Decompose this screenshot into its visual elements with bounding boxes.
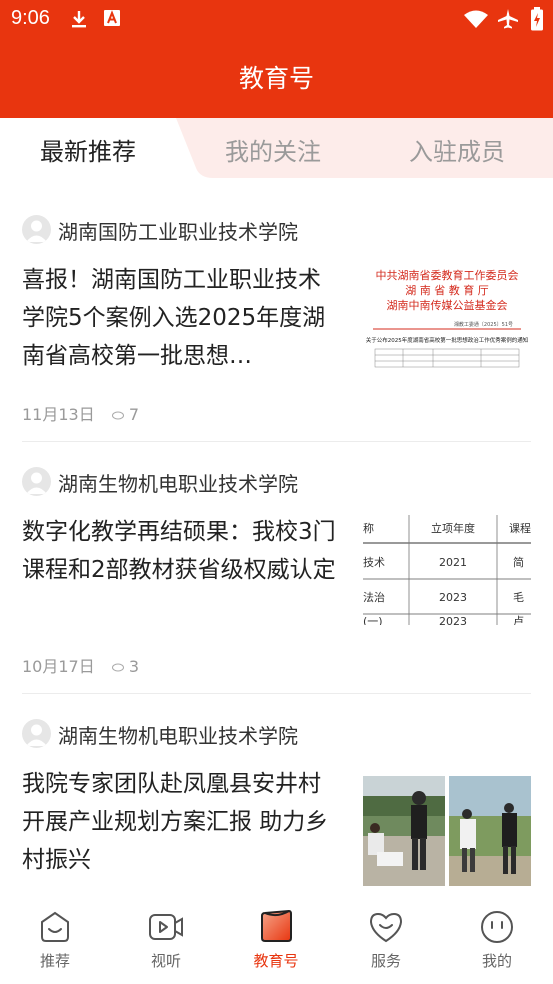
news-thumbnail[interactable] xyxy=(363,776,531,886)
publish-date: 10月17日 xyxy=(22,657,95,676)
page-title: 教育号 xyxy=(238,64,314,93)
news-headline[interactable]: 数字化教学再结硕果：我校3门课程和2部教材获省级权威认定 xyxy=(22,513,340,589)
table-cell: 2023 xyxy=(439,591,467,604)
source-avatar xyxy=(22,467,51,496)
publish-date: 11月13日 xyxy=(22,405,95,424)
nav-label: 教育号 xyxy=(253,952,299,970)
nav-recommend[interactable]: 推荐 xyxy=(10,910,100,971)
service-icon xyxy=(369,912,403,943)
nav-video[interactable]: 视听 xyxy=(121,910,211,971)
source-name: 湖南生物机电职业技术学院 xyxy=(58,472,298,496)
table-header-cell: 称 xyxy=(363,521,374,535)
download-icon xyxy=(72,11,86,28)
news-thumbnail[interactable]: 中共湖南省委教育工作委员会 湖 南 省 教 育 厅 湖南中南传媒公益基金会 湘教… xyxy=(363,263,531,373)
wifi-icon xyxy=(464,10,488,28)
tab-bar: 最新推荐 我的关注 入驻成员 xyxy=(0,118,553,178)
doc-issuer-line: 湖 南 省 教 育 厅 xyxy=(405,283,488,297)
nav-label: 推荐 xyxy=(39,952,70,970)
card-meta: 11月13日 7 xyxy=(22,401,139,425)
table-cell: 卢 xyxy=(513,615,524,625)
divider xyxy=(22,693,531,694)
news-headline[interactable]: 喜报！湖南国防工业职业技术学院5个案例入选2025年度湖南省高校第一批思想… xyxy=(22,261,340,375)
source-avatar xyxy=(22,215,51,244)
table-header-cell: 立项年度 xyxy=(431,521,475,535)
doc-number: 湘教工委通〔2025〕51号 xyxy=(454,321,513,328)
app-notification-icon xyxy=(104,10,120,26)
table-cell: (一) xyxy=(363,615,383,625)
card-meta: 10月17日 3 xyxy=(22,653,139,677)
doc-issuer-line: 中共湖南省委教育工作委员会 xyxy=(376,268,519,282)
source-avatar xyxy=(22,719,51,748)
eye-icon xyxy=(111,411,124,420)
nav-label: 我的 xyxy=(481,952,512,970)
doc-issuer-line: 湖南中南传媒公益基金会 xyxy=(387,298,508,312)
table-thumbnail-image: 称 立项年度 课程 技术 2021 简 法治 2023 毛 (一) 2023 卢 xyxy=(363,515,531,625)
table-cell: 技术 xyxy=(363,556,385,569)
news-thumbnail[interactable]: 称 立项年度 课程 技术 2021 简 法治 2023 毛 (一) 2023 卢 xyxy=(363,515,531,625)
view-count-wrap: 7 xyxy=(111,405,140,424)
view-count: 7 xyxy=(128,405,140,424)
eye-icon xyxy=(111,663,124,672)
airplane-mode-icon xyxy=(498,9,518,29)
bottom-navigation: 推荐 视听 教育号 服务 我的 xyxy=(0,898,553,984)
photo-thumbnail-image xyxy=(363,776,531,886)
table-cell: 毛 xyxy=(513,591,524,604)
document-thumbnail-image: 中共湖南省委教育工作委员会 湖 南 省 教 育 厅 湖南中南传媒公益基金会 湘教… xyxy=(363,263,531,373)
view-count-wrap: 3 xyxy=(111,657,140,676)
user-avatar-icon xyxy=(26,220,47,242)
table-cell: 2021 xyxy=(439,556,467,569)
source-name: 湖南生物机电职业技术学院 xyxy=(58,724,298,748)
nav-service[interactable]: 服务 xyxy=(341,910,431,971)
news-headline[interactable]: 我院专家团队赴凤凰县安井村开展产业规划方案汇报 助力乡村振兴 xyxy=(22,765,340,879)
table-cell: 2023 xyxy=(439,615,467,625)
user-avatar-icon xyxy=(26,724,47,746)
tab-my-follows[interactable]: 我的关注 xyxy=(225,132,321,167)
recommend-icon xyxy=(41,911,69,942)
education-account-icon xyxy=(261,910,292,942)
nav-label: 服务 xyxy=(370,952,401,970)
nav-education-account[interactable]: 教育号 xyxy=(231,910,321,971)
app-header: 教育号 xyxy=(0,38,553,118)
table-cell: 简 xyxy=(513,555,524,569)
tab-latest-recommend[interactable]: 最新推荐 xyxy=(40,132,136,167)
battery-charging-icon xyxy=(531,7,543,31)
status-bar: 9:06 xyxy=(0,0,553,38)
table-header-cell: 课程 xyxy=(509,522,531,535)
profile-icon xyxy=(481,911,513,943)
video-icon xyxy=(149,914,183,940)
tab-members[interactable]: 入驻成员 xyxy=(409,132,505,167)
source-name: 湖南国防工业职业技术学院 xyxy=(58,220,298,244)
nav-profile[interactable]: 我的 xyxy=(452,910,542,971)
nav-label: 视听 xyxy=(150,952,181,970)
table-cell: 法治 xyxy=(363,590,385,604)
status-time: 9:06 xyxy=(11,7,50,29)
doc-title: 关于公布2025年度湖南省高校第一批思想政治工作优秀案例的通知 xyxy=(366,336,529,344)
divider xyxy=(22,441,531,442)
user-avatar-icon xyxy=(26,472,47,494)
view-count: 3 xyxy=(128,657,140,676)
